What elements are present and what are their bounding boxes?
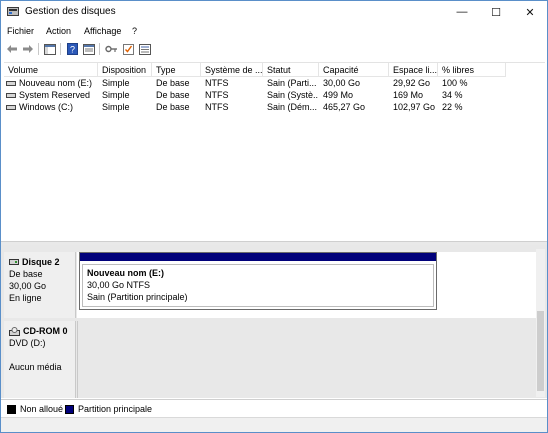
- volume-layout: Simple: [102, 90, 130, 100]
- volume-filesystem: NTFS: [205, 102, 229, 112]
- toolbar: ?: [1, 39, 547, 59]
- menu-affichage[interactable]: Affichage: [84, 26, 121, 36]
- volume-icon: [6, 81, 16, 86]
- svg-text:?: ?: [69, 45, 74, 55]
- disk-2-map: Nouveau nom (E:) 30,00 Go NTFS Sain (Par…: [77, 252, 536, 318]
- volume-filesystem: NTFS: [205, 78, 229, 88]
- media-status: Aucun média: [9, 362, 62, 372]
- partition-color-bar: [80, 253, 436, 261]
- column-header-volume[interactable]: Volume: [4, 63, 98, 77]
- volume-free-space: 169 Mo: [393, 90, 424, 100]
- disk-size: 30,00 Go: [9, 281, 47, 291]
- volume-name: Nouveau nom (E:): [19, 78, 93, 88]
- volume-free-percent: 100 %: [442, 78, 468, 88]
- maximize-button[interactable]: ☐: [479, 1, 513, 23]
- volume-status: Sain (Dém...: [267, 102, 318, 112]
- volume-status: Sain (Parti...: [267, 78, 317, 88]
- console-tree-icon[interactable]: [43, 42, 57, 56]
- drive-letter: DVD (D:): [9, 338, 46, 348]
- menu-fichier[interactable]: Fichier: [7, 26, 34, 36]
- volume-type: De base: [156, 90, 190, 100]
- forward-arrow-icon[interactable]: [21, 42, 35, 56]
- volume-capacity: 465,27 Go: [323, 102, 366, 112]
- volume-type: De base: [156, 78, 190, 88]
- volume-list[interactable]: Volume Disposition Type Système de ... S…: [4, 62, 545, 240]
- partition-e[interactable]: Nouveau nom (E:) 30,00 Go NTFS Sain (Par…: [79, 252, 437, 310]
- volume-icon: [6, 93, 16, 98]
- menu-action[interactable]: Action: [46, 26, 71, 36]
- disk-status: En ligne: [9, 293, 42, 303]
- column-header-filesystem[interactable]: Système de ...: [201, 63, 263, 77]
- volume-free-percent: 34 %: [442, 90, 463, 100]
- disk-management-window: Gestion des disques — ☐ ✕ Fichier Action…: [0, 0, 548, 433]
- column-header-type[interactable]: Type: [152, 63, 201, 77]
- volume-status: Sain (Systè...: [267, 90, 318, 100]
- volume-name: Windows (C:): [19, 102, 74, 112]
- volume-row[interactable]: Windows (C:) Simple De base NTFS Sain (D…: [4, 102, 545, 114]
- cdrom-0-label[interactable]: CD-ROM 0 DVD (D:) Aucun média: [4, 321, 76, 398]
- partition-status: Sain (Partition principale): [87, 292, 188, 302]
- checklist-icon[interactable]: [121, 42, 135, 56]
- column-header-espace-libre[interactable]: Espace li...: [389, 63, 438, 77]
- menu-help[interactable]: ?: [132, 26, 137, 36]
- legend-bar: Non alloué Partition principale: [1, 399, 547, 417]
- volume-layout: Simple: [102, 78, 130, 88]
- list-view-icon[interactable]: [138, 42, 152, 56]
- partition-size: 30,00 Go NTFS: [87, 280, 151, 290]
- column-header-pct-libres[interactable]: % libres: [438, 63, 506, 77]
- cdrom-icon: [9, 326, 20, 336]
- volume-row[interactable]: System Reserved Simple De base NTFS Sain…: [4, 90, 545, 102]
- disk-pane: Disque 2 De base 30,00 Go En ligne Nouve…: [1, 245, 547, 398]
- disk-pane-scrollbar[interactable]: [536, 249, 545, 397]
- disk-type: De base: [9, 269, 43, 279]
- close-button[interactable]: ✕: [513, 1, 547, 23]
- volume-name: System Reserved: [19, 90, 91, 100]
- toolbar-separator: [60, 43, 61, 55]
- partition-details: Nouveau nom (E:) 30,00 Go NTFS Sain (Par…: [82, 264, 434, 307]
- menu-bar: Fichier Action Affichage ?: [1, 23, 547, 39]
- volume-filesystem: NTFS: [205, 90, 229, 100]
- volume-free-space: 102,97 Go: [393, 102, 436, 112]
- title-bar: Gestion des disques — ☐ ✕: [1, 1, 547, 23]
- legend-primary-partition: Partition principale: [78, 404, 153, 414]
- disk-name: CD-ROM 0: [9, 325, 70, 337]
- column-header-capacite[interactable]: Capacité: [319, 63, 389, 77]
- volume-capacity: 499 Mo: [323, 90, 354, 100]
- toolbar-separator: [38, 43, 39, 55]
- unallocated-swatch: [7, 405, 16, 414]
- cdrom-0-map: [77, 321, 536, 398]
- help-icon[interactable]: ?: [65, 42, 79, 56]
- minimize-button[interactable]: —: [445, 1, 479, 23]
- back-arrow-icon[interactable]: [5, 42, 19, 56]
- volume-free-percent: 22 %: [442, 102, 463, 112]
- status-bar: [1, 417, 547, 432]
- scrollbar-thumb[interactable]: [537, 311, 544, 391]
- key-icon[interactable]: [104, 42, 118, 56]
- window-title: Gestion des disques: [25, 6, 116, 17]
- volume-type: De base: [156, 102, 190, 112]
- volume-free-space: 29,92 Go: [393, 78, 431, 88]
- volume-icon: [6, 105, 16, 110]
- disk-2-label[interactable]: Disque 2 De base 30,00 Go En ligne: [4, 252, 76, 318]
- disk-name: Disque 2: [9, 256, 70, 268]
- properties-icon[interactable]: [82, 42, 96, 56]
- volume-layout: Simple: [102, 102, 130, 112]
- primary-partition-swatch: [65, 405, 74, 414]
- disk-management-app-icon: [7, 7, 19, 16]
- legend-unallocated: Non alloué: [20, 404, 64, 414]
- toolbar-separator: [99, 43, 100, 55]
- column-header-disposition[interactable]: Disposition: [98, 63, 152, 77]
- disk-icon: [9, 259, 19, 265]
- column-header-statut[interactable]: Statut: [263, 63, 319, 77]
- partition-name: Nouveau nom (E:): [87, 268, 165, 278]
- volume-row[interactable]: Nouveau nom (E:) Simple De base NTFS Sai…: [4, 78, 545, 90]
- volume-capacity: 30,00 Go: [323, 78, 361, 88]
